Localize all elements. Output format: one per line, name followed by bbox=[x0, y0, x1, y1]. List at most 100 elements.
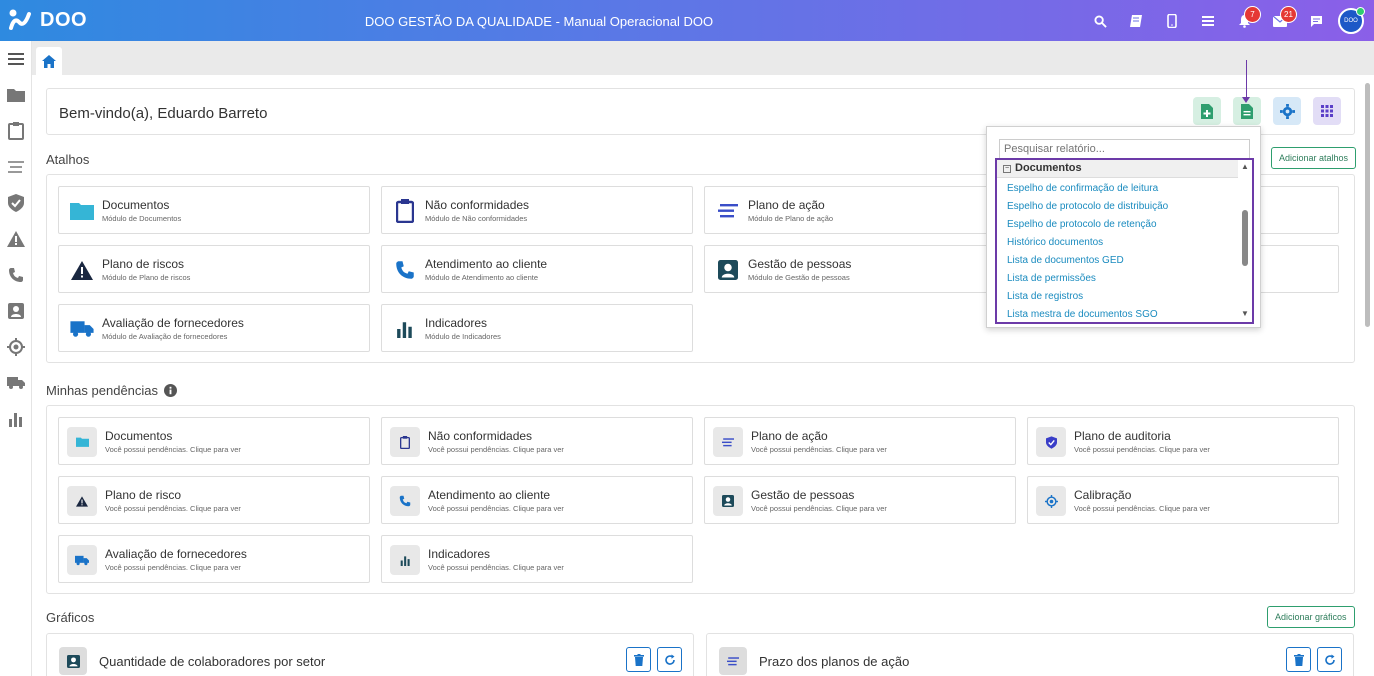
report-item[interactable]: Lista mestra de documentos SGO bbox=[1007, 309, 1158, 320]
pending-card[interactable]: Não conformidades Você possui pendências… bbox=[381, 417, 693, 465]
new-document-button[interactable] bbox=[1193, 97, 1221, 125]
refresh-icon bbox=[1324, 654, 1335, 665]
pending-card[interactable]: Calibração Você possui pendências. Cliqu… bbox=[1027, 476, 1339, 524]
clipboard-icon[interactable] bbox=[0, 113, 32, 149]
delete-chart-button[interactable] bbox=[626, 647, 651, 672]
apps-button[interactable] bbox=[1313, 97, 1341, 125]
add-shortcuts-button[interactable]: Adicionar atalhos bbox=[1271, 147, 1357, 169]
refresh-icon bbox=[664, 654, 675, 665]
collapse-icon[interactable]: − bbox=[1003, 165, 1011, 173]
report-list-scrollbar[interactable]: ▲ ▼ bbox=[1238, 160, 1252, 322]
pending-title: Gestão de pessoas bbox=[751, 488, 855, 502]
pending-subtitle: Você possui pendências. Clique para ver bbox=[105, 563, 241, 572]
charts-title: Gráficos bbox=[46, 610, 95, 625]
file-text-icon bbox=[1241, 103, 1253, 119]
report-group-header[interactable]: − Documentos bbox=[997, 160, 1239, 178]
menu-icon[interactable] bbox=[0, 41, 32, 77]
report-item[interactable]: Lista de documentos GED bbox=[1007, 255, 1124, 266]
bar-chart-icon[interactable] bbox=[0, 401, 32, 437]
pending-title: Documentos bbox=[105, 429, 173, 443]
page-scrollbar[interactable] bbox=[1362, 75, 1374, 676]
folder-icon[interactable] bbox=[0, 77, 32, 113]
report-item[interactable]: Lista de registros bbox=[1007, 291, 1083, 302]
warning-icon bbox=[67, 486, 97, 516]
tab-bar bbox=[32, 41, 1374, 75]
pending-title: Minhas pendências bbox=[46, 383, 178, 398]
report-item[interactable]: Espelho de protocolo de retenção bbox=[1007, 219, 1157, 230]
shortcut-card[interactable]: Gestão de pessoas Módulo de Gestão de pe… bbox=[704, 245, 1016, 293]
pending-card[interactable]: Plano de ação Você possui pendências. Cl… bbox=[704, 417, 1016, 465]
pending-subtitle: Você possui pendências. Clique para ver bbox=[428, 445, 564, 454]
pending-card[interactable]: Plano de auditoria Você possui pendência… bbox=[1027, 417, 1339, 465]
list-icon[interactable] bbox=[1190, 7, 1226, 35]
shortcut-card[interactable]: Não conformidades Módulo de Não conformi… bbox=[381, 186, 693, 234]
mail-icon[interactable]: 21 bbox=[1262, 6, 1298, 35]
person-badge-icon[interactable] bbox=[0, 293, 32, 329]
refresh-chart-button[interactable] bbox=[657, 647, 682, 672]
shield-icon[interactable] bbox=[0, 185, 32, 221]
shortcut-title: Indicadores bbox=[425, 316, 488, 330]
delete-chart-button[interactable] bbox=[1286, 647, 1311, 672]
chat-icon[interactable] bbox=[1298, 7, 1334, 35]
shortcut-card[interactable]: Plano de ação Módulo de Plano de ação bbox=[704, 186, 1016, 234]
truck-icon[interactable] bbox=[0, 365, 32, 401]
bell-icon[interactable]: 7 bbox=[1226, 6, 1262, 35]
book-icon[interactable] bbox=[1118, 7, 1154, 35]
shortcut-subtitle: Módulo de Gestão de pessoas bbox=[748, 273, 850, 282]
shortcut-card[interactable]: Avaliação de fornecedores Módulo de Aval… bbox=[58, 304, 370, 352]
settings-button[interactable] bbox=[1273, 97, 1301, 125]
shortcut-card[interactable]: Plano de riscos Módulo de Plano de risco… bbox=[58, 245, 370, 293]
home-icon bbox=[42, 54, 56, 68]
report-item[interactable]: Espelho de confirmação de leitura bbox=[1007, 183, 1158, 194]
avatar[interactable]: DOO bbox=[1338, 7, 1365, 34]
pending-subtitle: Você possui pendências. Clique para ver bbox=[105, 504, 241, 513]
shortcut-subtitle: Módulo de Indicadores bbox=[425, 332, 501, 341]
refresh-chart-button[interactable] bbox=[1317, 647, 1342, 672]
report-item[interactable]: Espelho de protocolo de distribuição bbox=[1007, 201, 1168, 212]
search-icon[interactable] bbox=[1082, 7, 1118, 35]
shortcut-subtitle: Módulo de Não conformidades bbox=[425, 214, 528, 223]
warning-icon bbox=[69, 258, 95, 282]
person-badge-icon bbox=[715, 258, 741, 282]
add-charts-button[interactable]: Adicionar gráficos bbox=[1267, 606, 1355, 628]
scroll-up-icon[interactable]: ▲ bbox=[1241, 162, 1249, 171]
chart-card: Quantidade de colaboradores por setor bbox=[46, 633, 694, 676]
lines-icon bbox=[713, 427, 743, 457]
lines-icon[interactable] bbox=[0, 149, 32, 185]
info-icon[interactable] bbox=[164, 384, 178, 397]
report-search-input[interactable] bbox=[999, 139, 1250, 159]
report-list-scrollbar-thumb[interactable] bbox=[1242, 210, 1248, 266]
folder-icon bbox=[69, 199, 95, 223]
report-group-label: Documentos bbox=[1015, 162, 1082, 174]
report-item[interactable]: Lista de permissões bbox=[1007, 273, 1096, 284]
scroll-down-icon[interactable]: ▼ bbox=[1241, 309, 1249, 318]
pending-card[interactable]: Gestão de pessoas Você possui pendências… bbox=[704, 476, 1016, 524]
pending-card[interactable]: Documentos Você possui pendências. Cliqu… bbox=[58, 417, 370, 465]
pending-subtitle: Você possui pendências. Clique para ver bbox=[428, 563, 564, 572]
top-bar: DOO DOO GESTÃO DA QUALIDADE - Manual Ope… bbox=[0, 0, 1374, 41]
tab-home[interactable] bbox=[36, 47, 62, 75]
shortcut-card[interactable]: Indicadores Módulo de Indicadores bbox=[381, 304, 693, 352]
phone-icon[interactable] bbox=[0, 257, 32, 293]
shortcut-card[interactable]: Atendimento ao cliente Módulo de Atendim… bbox=[381, 245, 693, 293]
trash-icon bbox=[1293, 653, 1304, 666]
report-item[interactable]: Histórico documentos bbox=[1007, 237, 1103, 248]
page-scrollbar-thumb[interactable] bbox=[1365, 83, 1370, 327]
target-icon bbox=[1036, 486, 1066, 516]
warning-icon[interactable] bbox=[0, 221, 32, 257]
pending-title: Atendimento ao cliente bbox=[428, 488, 551, 502]
pending-card[interactable]: Indicadores Você possui pendências. Cliq… bbox=[381, 535, 693, 583]
person-badge-icon bbox=[713, 486, 743, 516]
pending-panel: Documentos Você possui pendências. Cliqu… bbox=[46, 405, 1355, 594]
pending-card[interactable]: Avaliação de fornecedores Você possui pe… bbox=[58, 535, 370, 583]
pending-card[interactable]: Plano de risco Você possui pendências. C… bbox=[58, 476, 370, 524]
pending-card[interactable]: Atendimento ao cliente Você possui pendê… bbox=[381, 476, 693, 524]
mobile-icon[interactable] bbox=[1154, 7, 1190, 35]
shortcut-subtitle: Módulo de Plano de ação bbox=[748, 214, 834, 223]
truck-icon bbox=[67, 545, 97, 575]
shortcut-card[interactable]: Documentos Módulo de Documentos bbox=[58, 186, 370, 234]
target-icon[interactable] bbox=[0, 329, 32, 365]
shortcuts-title: Atalhos bbox=[46, 152, 90, 167]
pending-title: Plano de auditoria bbox=[1074, 429, 1171, 443]
phone-icon bbox=[392, 258, 418, 282]
